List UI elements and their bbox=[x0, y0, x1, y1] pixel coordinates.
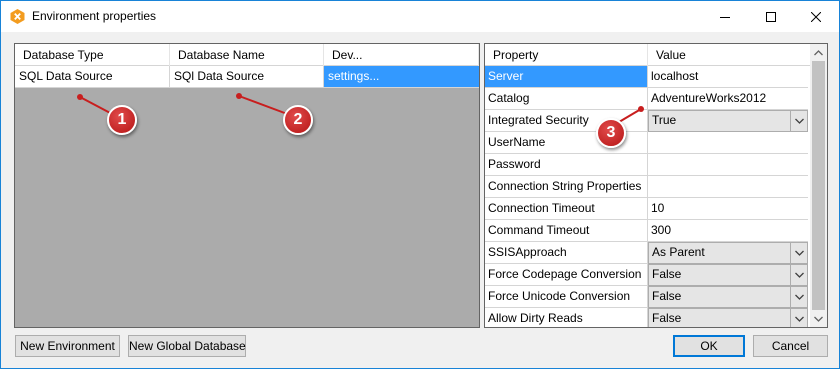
callout-badge-3: 3 bbox=[596, 118, 626, 148]
environment-properties-window: Environment properties Database Type Dat… bbox=[0, 0, 840, 369]
callout-badge-2: 2 bbox=[283, 105, 313, 135]
callout-badge-1: 1 bbox=[107, 105, 137, 135]
callout-pointers bbox=[77, 93, 644, 126]
